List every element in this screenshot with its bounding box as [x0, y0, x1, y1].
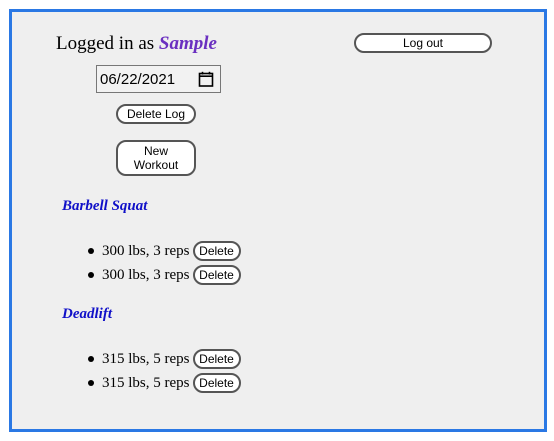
set-text: 315 lbs, 5 reps [102, 350, 190, 367]
set-list-item: 315 lbs, 5 reps Delete [88, 373, 241, 393]
exercise-title: Deadlift [62, 306, 112, 322]
bullet [88, 272, 94, 278]
set-list-item: 300 lbs, 3 reps Delete [88, 265, 241, 285]
bullet [88, 380, 94, 386]
logout-button[interactable]: Log out [354, 33, 492, 53]
login-status: Logged in as Sample [56, 33, 217, 55]
set-text: 300 lbs, 3 reps [102, 266, 190, 283]
set-text: 300 lbs, 3 reps [102, 242, 190, 259]
delete-set-button[interactable]: Delete [192, 349, 241, 369]
delete-set-button[interactable]: Delete [192, 241, 241, 261]
calendar-icon[interactable] [198, 71, 214, 87]
delete-set-button[interactable]: Delete [192, 373, 241, 393]
exercise-title: Barbell Squat [62, 198, 148, 214]
log-date-value: 06/22/2021 [100, 70, 176, 88]
set-list-item: 300 lbs, 3 reps Delete [88, 241, 241, 261]
set-text: 315 lbs, 5 reps [102, 374, 190, 391]
delete-set-button[interactable]: Delete [192, 265, 241, 285]
new-workout-button[interactable]: New Workout [116, 140, 196, 176]
login-prefix: Logged in as [56, 33, 159, 54]
username: Sample [158, 33, 217, 54]
bullet [88, 356, 94, 362]
log-date-input[interactable]: 06/22/2021 [96, 65, 221, 93]
delete-log-button[interactable]: Delete Log [116, 104, 196, 124]
bullet [88, 248, 94, 254]
set-list-item: 315 lbs, 5 reps Delete [88, 349, 241, 369]
workout-log-panel: Logged in as Sample Log out 06/22/2021 D… [9, 9, 547, 432]
